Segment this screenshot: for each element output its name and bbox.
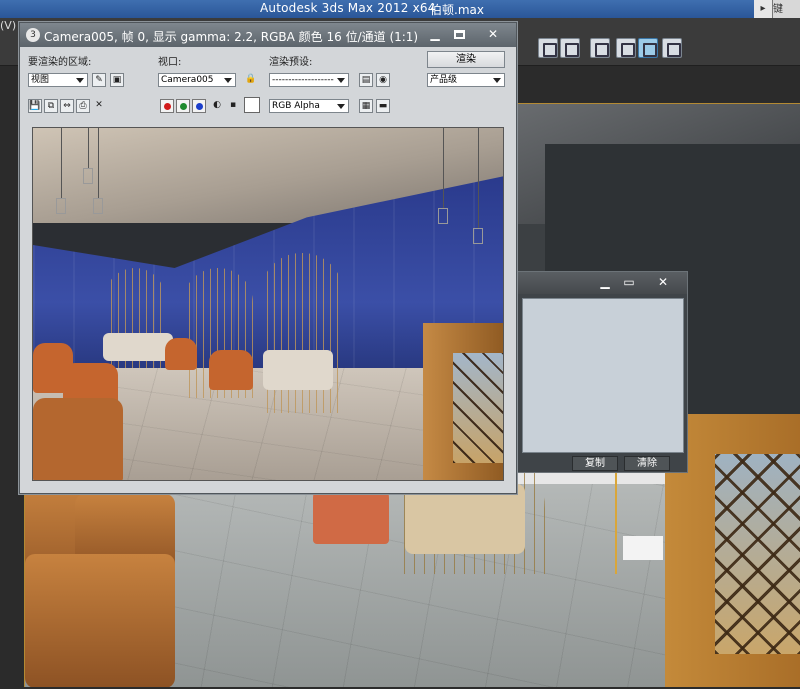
- render-pendant-lamp: [93, 198, 103, 214]
- viewport-leather-armchair: [25, 554, 175, 687]
- frame-window-titlebar[interactable]: 3 Camera005, 帧 0, 显示 gamma: 2.2, RGBA 颜色…: [20, 23, 516, 47]
- render-pendant-lamp: [83, 168, 93, 184]
- material-editor-icon[interactable]: [590, 38, 610, 58]
- menu-view-fragment[interactable]: (V): [0, 19, 16, 32]
- minimize-icon[interactable]: ▁: [422, 26, 448, 42]
- render-pendant-wire: [478, 128, 479, 228]
- red-channel-toggle[interactable]: [160, 99, 174, 113]
- render-button[interactable]: 渲染: [427, 51, 505, 68]
- clone-frame-window-icon[interactable]: ⇔: [60, 99, 74, 113]
- monochrome-icon[interactable]: ▪: [226, 99, 240, 113]
- minimize-icon[interactable]: ▁: [593, 275, 617, 291]
- maximize-icon[interactable]: ▭: [617, 275, 641, 291]
- toggle-ui-overlay-icon[interactable]: ▦: [359, 99, 373, 113]
- auto-region-icon[interactable]: ▣: [110, 73, 124, 87]
- frame-window-toolbar: 要渲染的区域: 视图 ✎ ▣ 视口: Camera005 🔒 渲染预设: ---…: [26, 51, 512, 123]
- green-channel-toggle[interactable]: [176, 99, 190, 113]
- render-setup-icon[interactable]: ▤: [359, 73, 373, 87]
- render-quality-select[interactable]: 产品级: [427, 73, 505, 87]
- render-pendant-wire: [443, 128, 444, 208]
- curve-editor-icon[interactable]: [538, 38, 558, 58]
- render-teapot-icon[interactable]: [662, 38, 682, 58]
- clear-image-icon[interactable]: ✕: [92, 99, 106, 113]
- rendered-frame-window-icon[interactable]: [638, 38, 658, 58]
- rendered-frame-window: 3 Camera005, 帧 0, 显示 gamma: 2.2, RGBA 颜色…: [19, 22, 517, 494]
- render-pendant-wire: [88, 128, 89, 168]
- render-preset-label: 渲染预设:: [269, 57, 313, 68]
- render-leather-armchair: [33, 398, 123, 480]
- viewport-cream-sofa: [405, 484, 525, 554]
- app-help-button[interactable]: ▸: [754, 0, 772, 18]
- render-orange-chair: [165, 338, 197, 370]
- viewport-white-object: [623, 536, 663, 560]
- render-pendant-lamp: [438, 208, 448, 224]
- area-to-render-select[interactable]: 视图: [28, 73, 88, 87]
- render-pendant-wire: [98, 128, 99, 198]
- app-title: Autodesk 3ds Max 2012 x64: [260, 1, 436, 15]
- render-pendant-wire: [61, 128, 62, 198]
- display-channel-select[interactable]: RGB Alpha: [269, 99, 349, 113]
- viewport-label: 视口:: [158, 57, 182, 68]
- rendered-image[interactable]: [32, 127, 504, 481]
- viewport-select[interactable]: Camera005: [158, 73, 236, 87]
- render-stained-window: [453, 353, 503, 463]
- render-preset-select[interactable]: -------------------: [269, 73, 349, 87]
- message-window: ▁ ▭ ✕ 复制 清除: [505, 271, 688, 473]
- blue-channel-toggle[interactable]: [192, 99, 206, 113]
- close-icon[interactable]: ✕: [651, 275, 675, 291]
- render-pendant-lamp: [473, 228, 483, 244]
- app-titlebar: Autodesk 3ds Max 2012 x64 伯顿.max ▸ 键: [0, 0, 800, 18]
- color-swatch[interactable]: [244, 97, 260, 113]
- app-logo-icon: 3: [26, 28, 40, 42]
- save-image-icon[interactable]: 💾: [28, 99, 42, 113]
- message-text-area[interactable]: [522, 298, 684, 453]
- app-help-field[interactable]: 键: [772, 0, 800, 18]
- print-image-icon[interactable]: ⎙: [76, 99, 90, 113]
- environment-effects-icon[interactable]: ◉: [376, 73, 390, 87]
- render-orange-chair: [209, 350, 253, 390]
- viewport-stained-window: [715, 454, 800, 654]
- app-file-name: 伯顿.max: [430, 3, 484, 17]
- frame-window-title: Camera005, 帧 0, 显示 gamma: 2.2, RGBA 颜色 1…: [44, 30, 419, 44]
- alpha-channel-icon[interactable]: ◐: [210, 99, 224, 113]
- area-to-render-label: 要渲染的区域:: [28, 57, 92, 68]
- render-pendant-lamp: [56, 198, 66, 214]
- copy-button[interactable]: 复制: [572, 456, 618, 471]
- lock-viewport-icon[interactable]: 🔒: [244, 73, 258, 87]
- close-icon[interactable]: ✕: [480, 26, 506, 42]
- render-white-sofa: [263, 350, 333, 390]
- maximize-icon[interactable]: [446, 26, 472, 42]
- render-white-sofa: [103, 333, 173, 361]
- edit-region-icon[interactable]: ✎: [92, 73, 106, 87]
- copy-image-icon[interactable]: ⧉: [44, 99, 58, 113]
- clear-button[interactable]: 清除: [624, 456, 670, 471]
- render-setup-icon[interactable]: [616, 38, 636, 58]
- message-window-titlebar[interactable]: ▁ ▭ ✕: [506, 272, 687, 294]
- toggle-ui-icon[interactable]: ▬: [376, 99, 390, 113]
- schematic-view-icon[interactable]: [560, 38, 580, 58]
